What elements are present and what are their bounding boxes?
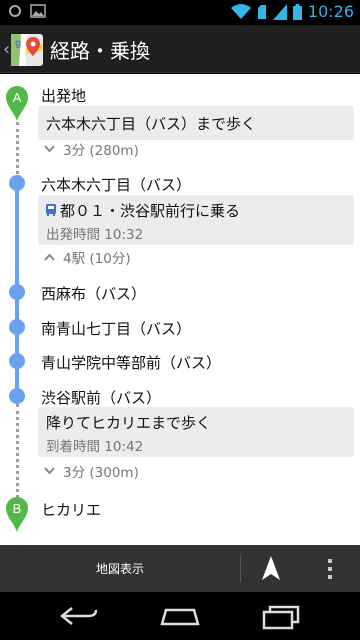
divider bbox=[240, 555, 241, 582]
walk-path-line bbox=[16, 404, 19, 498]
chevron-down-icon bbox=[44, 467, 55, 475]
signal-icon bbox=[272, 3, 287, 20]
bus-instruction: 都０１・渋谷駅前行に乗る bbox=[60, 202, 241, 220]
bottom-action-bar: 地図表示 bbox=[0, 545, 360, 592]
walk-card[interactable]: 降りてヒカリエまで歩く 到着時間 10:42 bbox=[38, 407, 354, 457]
overflow-menu-icon[interactable] bbox=[322, 557, 338, 581]
recents-icon[interactable] bbox=[262, 604, 300, 630]
home-icon[interactable] bbox=[160, 604, 200, 628]
image-icon bbox=[30, 4, 46, 18]
action-bar: ‹ g 経路・乗換 bbox=[0, 25, 360, 73]
walk-card[interactable]: 六本木六丁目（バス）まで歩く bbox=[38, 106, 354, 140]
up-caret-icon[interactable]: ‹ bbox=[3, 39, 10, 60]
arrival-time: 到着時間 10:42 bbox=[46, 439, 144, 455]
bus-card[interactable]: 都０１・渋谷駅前行に乗る 出発時間 10:32 bbox=[38, 195, 354, 245]
end-marker-icon: B bbox=[6, 497, 28, 532]
start-marker-icon: A bbox=[6, 86, 28, 121]
battery-icon bbox=[292, 3, 302, 20]
walk-summary: 3分 (280m) bbox=[63, 143, 139, 159]
walk-path-line bbox=[16, 122, 19, 180]
chevron-up-icon bbox=[44, 253, 55, 261]
show-map-button[interactable]: 地図表示 bbox=[0, 545, 240, 592]
system-nav-bar bbox=[0, 592, 360, 640]
stop-marker bbox=[9, 175, 25, 191]
walk-summary-toggle[interactable]: 3分 (280m) bbox=[44, 139, 139, 159]
navigation-arrow-icon[interactable] bbox=[255, 553, 287, 585]
boarding-stop-label: 六本木六丁目（バス） bbox=[41, 176, 192, 194]
svg-text:A: A bbox=[13, 90, 22, 105]
maps-icon[interactable]: g bbox=[11, 34, 43, 66]
intermediate-stop-label: 西麻布（バス） bbox=[41, 285, 147, 303]
departure-time: 出発時間 10:32 bbox=[46, 227, 144, 243]
stop-marker bbox=[9, 319, 25, 335]
sim-icon bbox=[257, 4, 266, 19]
start-label: 出発地 bbox=[41, 87, 87, 105]
stop-marker bbox=[9, 388, 25, 404]
end-label: ヒカリエ bbox=[41, 501, 102, 519]
show-map-label: 地図表示 bbox=[95, 562, 144, 576]
walk-summary-toggle[interactable]: 3分 (300m) bbox=[44, 461, 139, 481]
stops-summary-toggle[interactable]: 4駅 (10分) bbox=[44, 247, 131, 267]
walk-instruction: 降りてヒカリエまで歩く bbox=[46, 414, 212, 432]
status-bar: 10:26 bbox=[0, 0, 360, 25]
stop-marker bbox=[9, 284, 25, 300]
route-details: A 出発地 六本木六丁目（バス）まで歩く 3分 (280m) 六本木六丁目（バス… bbox=[0, 74, 360, 545]
clock: 10:26 bbox=[307, 2, 354, 21]
alight-stop-label: 渋谷駅前（バス） bbox=[41, 389, 162, 407]
intermediate-stop-label: 青山学院中等部前（バス） bbox=[41, 354, 222, 372]
wifi-icon bbox=[230, 3, 251, 19]
walk-summary: 3分 (300m) bbox=[63, 465, 139, 481]
circle-icon bbox=[9, 5, 21, 17]
stops-summary: 4駅 (10分) bbox=[63, 251, 131, 267]
svg-text:B: B bbox=[13, 501, 22, 516]
page-title: 経路・乗換 bbox=[50, 39, 150, 63]
svg-text:g: g bbox=[15, 38, 21, 49]
bus-icon bbox=[46, 204, 56, 216]
chevron-down-icon bbox=[44, 145, 55, 153]
stop-marker bbox=[9, 353, 25, 369]
walk-instruction: 六本木六丁目（バス）まで歩く bbox=[46, 115, 257, 133]
back-icon[interactable] bbox=[58, 604, 100, 628]
intermediate-stop-label: 南青山七丁目（バス） bbox=[41, 320, 192, 338]
